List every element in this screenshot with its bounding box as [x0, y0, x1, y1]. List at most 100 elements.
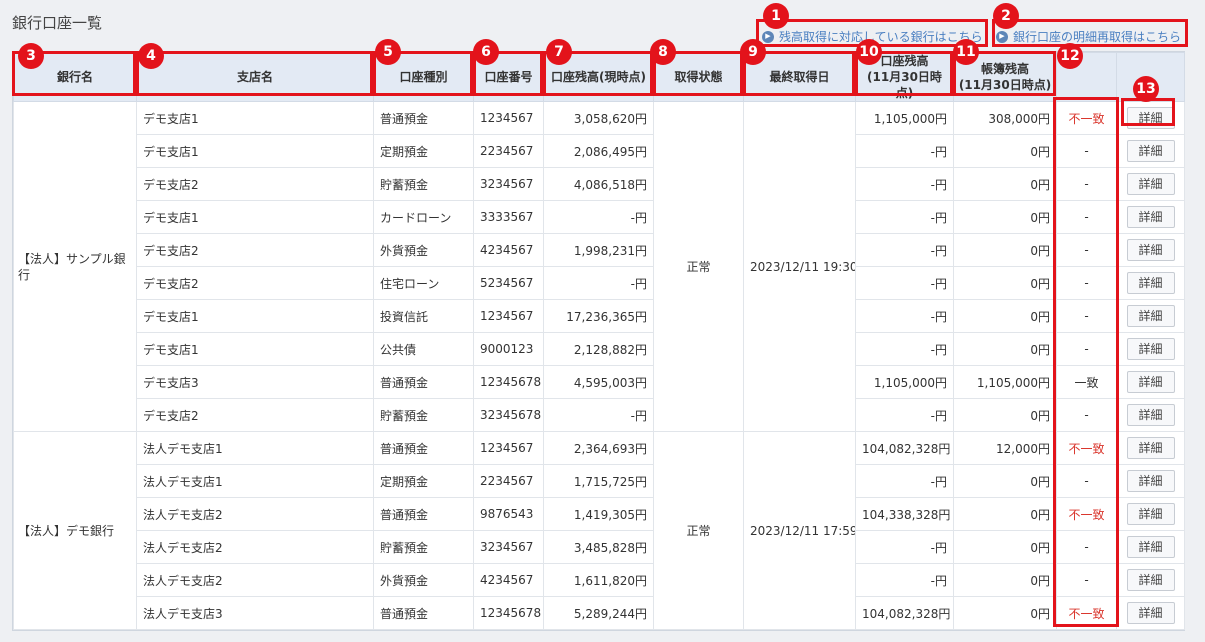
- annotation-badge-13: 13: [1133, 76, 1159, 102]
- balance-nov-cell: -円: [855, 200, 954, 234]
- detail-button[interactable]: 詳細: [1126, 338, 1175, 360]
- balance-now-cell: 1,611,820円: [543, 563, 654, 597]
- table-row: デモ支店3 普通預金 12345678 4,595,003円 1,105,000円 1,1…: [14, 365, 1185, 399]
- match-status-cell: -: [1056, 464, 1117, 498]
- detail-button[interactable]: 詳細: [1126, 437, 1175, 459]
- detail-button[interactable]: 詳細: [1126, 173, 1175, 195]
- account-type-cell: 普通預金: [373, 101, 474, 135]
- table-row: 法人デモ支店3 普通預金 12345678 5,289,244円 104,082,328…: [14, 596, 1185, 630]
- match-status-cell: -: [1056, 563, 1117, 597]
- account-type-cell: 普通預金: [373, 596, 474, 630]
- action-cell: 詳細: [1116, 431, 1185, 465]
- match-status-cell: -: [1056, 266, 1117, 300]
- header-balance-nov-line2: (11月30日時点): [867, 70, 942, 100]
- balance-now-cell: 1,419,305円: [543, 497, 654, 531]
- detail-button[interactable]: 詳細: [1126, 602, 1175, 624]
- action-cell: 詳細: [1116, 563, 1185, 597]
- header-branch: 支店名: [136, 52, 374, 102]
- account-number-cell: 3234567: [473, 530, 544, 564]
- balance-nov-cell: -円: [855, 563, 954, 597]
- detail-button[interactable]: 詳細: [1126, 536, 1175, 558]
- book-balance-cell: 12,000円: [953, 431, 1057, 465]
- status-cell: 正常: [653, 431, 744, 630]
- play-circle-icon: ▶: [762, 30, 774, 43]
- table-row: 【法人】サンプル銀行 デモ支店1 普通預金 1234567 3,058,620円 正常 20…: [13, 101, 1185, 432]
- refetch-statement-link[interactable]: ▶ 銀行口座の明細再取得はこちら: [996, 28, 1181, 45]
- action-cell: 詳細: [1116, 101, 1185, 135]
- branch-cell: デモ支店1: [136, 200, 374, 234]
- detail-button[interactable]: 詳細: [1126, 371, 1175, 393]
- account-type-cell: 定期預金: [373, 464, 474, 498]
- account-type-cell: 貯蓄預金: [373, 398, 474, 432]
- account-number-cell: 12345678: [473, 596, 544, 630]
- match-status-cell: 一致: [1056, 365, 1117, 399]
- annotation-badge-4: 4: [138, 43, 164, 69]
- table-row: デモ支店1 定期預金 2234567 2,086,495円 -円 0円 - 詳細: [14, 134, 1185, 168]
- book-balance-cell: 0円: [953, 134, 1057, 168]
- annotation-badge-2: 2: [993, 3, 1019, 29]
- table-body: 【法人】サンプル銀行 デモ支店1 普通預金 1234567 3,058,620円 正常 20…: [13, 101, 1185, 630]
- account-type-cell: 貯蓄預金: [373, 530, 474, 564]
- book-balance-cell: 0円: [953, 200, 1057, 234]
- annotation-badge-6: 6: [473, 39, 499, 65]
- balance-now-cell: 17,236,365円: [543, 299, 654, 333]
- table-row: 法人デモ支店1 定期預金 2234567 1,715,725円 -円 0円 - 詳細: [14, 464, 1185, 498]
- detail-button[interactable]: 詳細: [1126, 206, 1175, 228]
- detail-button[interactable]: 詳細: [1126, 305, 1175, 327]
- account-type-cell: カードローン: [373, 200, 474, 234]
- branch-cell: 法人デモ支店2: [136, 563, 374, 597]
- table-row: デモ支店2 外貨預金 4234567 1,998,231円 -円 0円 - 詳細: [14, 233, 1185, 267]
- branch-cell: 法人デモ支店2: [136, 497, 374, 531]
- account-type-cell: 公共債: [373, 332, 474, 366]
- branch-cell: デモ支店2: [136, 167, 374, 201]
- match-status-cell: -: [1056, 299, 1117, 333]
- balance-nov-cell: 104,338,328円: [855, 497, 954, 531]
- table-row: 【法人】デモ銀行 法人デモ支店1 普通預金 1234567 2,364,693円 正常 20…: [13, 431, 1185, 630]
- match-status-cell: -: [1056, 530, 1117, 564]
- detail-button[interactable]: 詳細: [1126, 140, 1175, 162]
- bank-account-table: 銀行名 支店名 口座種別 口座番号 口座残高(現時点) 取得状態 最終取得日 口…: [13, 52, 1185, 630]
- account-number-cell: 9876543: [473, 497, 544, 531]
- bank-account-table-container: 銀行名 支店名 口座種別 口座番号 口座残高(現時点) 取得状態 最終取得日 口…: [12, 51, 1185, 631]
- annotation-badge-11: 11: [953, 39, 979, 65]
- branch-cell: デモ支店2: [136, 398, 374, 432]
- match-status-cell: 不一致: [1056, 101, 1117, 135]
- account-number-cell: 1234567: [473, 431, 544, 465]
- detail-button[interactable]: 詳細: [1126, 503, 1175, 525]
- balance-now-cell: 2,364,693円: [543, 431, 654, 465]
- match-status-cell: 不一致: [1056, 497, 1117, 531]
- book-balance-cell: 0円: [953, 167, 1057, 201]
- branch-cell: デモ支店1: [136, 299, 374, 333]
- detail-button[interactable]: 詳細: [1126, 272, 1175, 294]
- match-status-cell: 不一致: [1056, 596, 1117, 630]
- detail-button[interactable]: 詳細: [1126, 107, 1175, 129]
- balance-now-cell: -円: [543, 266, 654, 300]
- supported-banks-link-label: 残高取得に対応している銀行はこちら: [779, 30, 983, 44]
- branch-cell: デモ支店2: [136, 233, 374, 267]
- balance-nov-cell: 104,082,328円: [855, 431, 954, 465]
- action-cell: 詳細: [1116, 134, 1185, 168]
- action-cell: 詳細: [1116, 497, 1185, 531]
- bank-name-cell: 【法人】デモ銀行: [13, 431, 137, 630]
- account-number-cell: 12345678: [473, 365, 544, 399]
- account-number-cell: 2234567: [473, 464, 544, 498]
- annotation-badge-10: 10: [856, 39, 882, 65]
- book-balance-cell: 0円: [953, 596, 1057, 630]
- table-row: 法人デモ支店2 普通預金 9876543 1,419,305円 104,338,328円…: [14, 497, 1185, 531]
- action-cell: 詳細: [1116, 530, 1185, 564]
- balance-nov-cell: -円: [855, 233, 954, 267]
- balance-now-cell: 5,289,244円: [543, 596, 654, 630]
- detail-button[interactable]: 詳細: [1126, 404, 1175, 426]
- book-balance-cell: 0円: [953, 233, 1057, 267]
- balance-nov-cell: -円: [855, 464, 954, 498]
- detail-button[interactable]: 詳細: [1126, 239, 1175, 261]
- book-balance-cell: 1,105,000円: [953, 365, 1057, 399]
- book-balance-cell: 0円: [953, 464, 1057, 498]
- account-number-cell: 5234567: [473, 266, 544, 300]
- book-balance-cell: 0円: [953, 299, 1057, 333]
- balance-nov-cell: -円: [855, 134, 954, 168]
- account-number-cell: 1234567: [473, 299, 544, 333]
- detail-button[interactable]: 詳細: [1126, 569, 1175, 591]
- detail-button[interactable]: 詳細: [1126, 470, 1175, 492]
- account-number-cell: 32345678: [473, 398, 544, 432]
